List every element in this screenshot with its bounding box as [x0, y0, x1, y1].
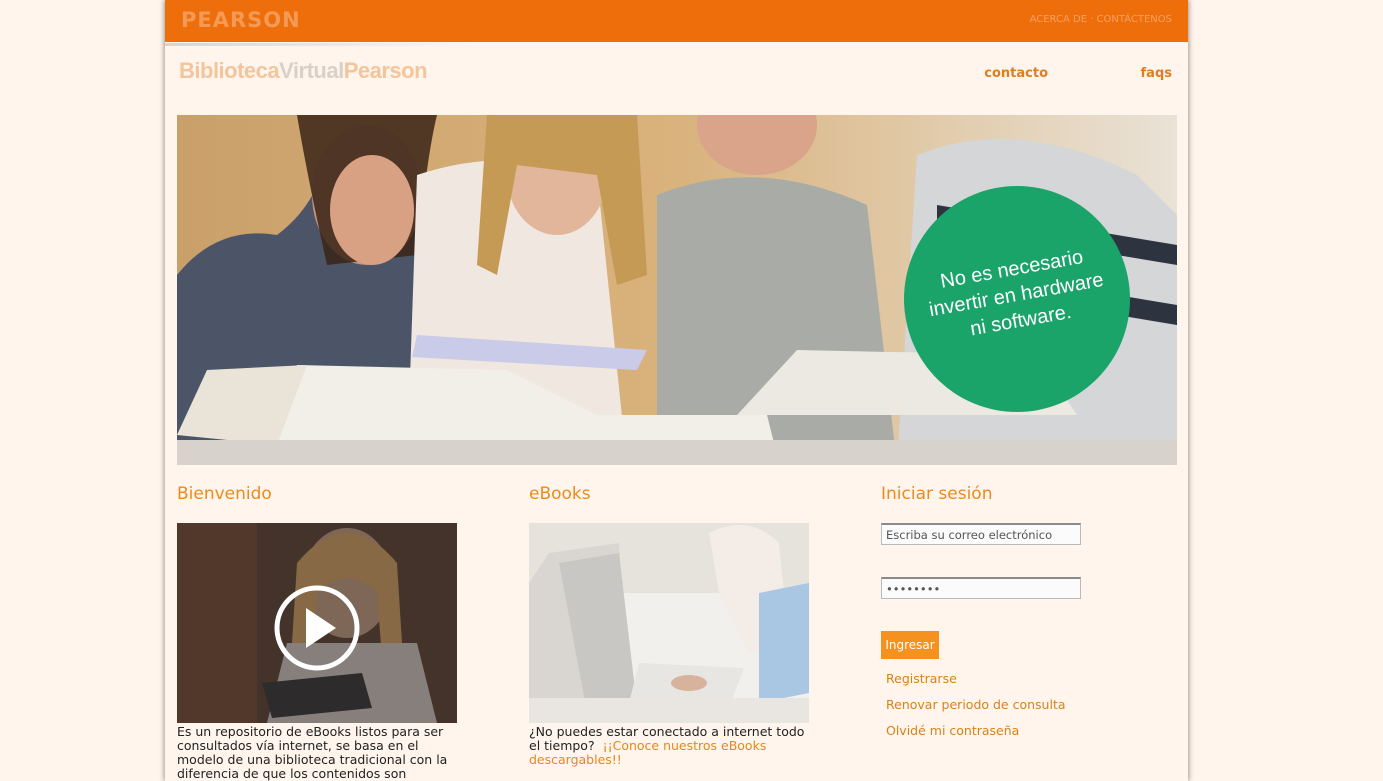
- video-thumbnail: [177, 523, 457, 723]
- welcome-description: Es un repositorio de eBooks listos para …: [177, 724, 448, 781]
- register-link[interactable]: Registrarse: [886, 671, 957, 686]
- login-title: Iniciar sesión: [881, 484, 993, 504]
- welcome-title: Bienvenido: [177, 484, 272, 504]
- brand-name[interactable]: PEARSON: [181, 8, 301, 32]
- renew-link[interactable]: Renovar periodo de consulta: [886, 697, 1066, 712]
- logo-divider: [165, 43, 470, 46]
- nav-contacto[interactable]: contacto: [984, 66, 1048, 81]
- hero-banner: No es necesario invertir en hardware ni …: [177, 115, 1177, 465]
- logo-part-2: Virtual: [279, 58, 344, 83]
- password-field[interactable]: ••••••••: [881, 577, 1081, 599]
- hero-image: No es necesario invertir en hardware ni …: [177, 115, 1177, 465]
- top-links[interactable]: ACERCA DE · CONTÁCTENOS: [1030, 14, 1172, 25]
- forgot-password-link[interactable]: Olvidé mi contraseña: [886, 723, 1019, 738]
- top-bar: PEARSON ACERCA DE · CONTÁCTENOS: [165, 0, 1188, 42]
- logo-part-3: Pearson: [343, 58, 428, 83]
- email-field[interactable]: Escriba su correo electrónico: [881, 523, 1081, 545]
- welcome-video[interactable]: [177, 523, 457, 723]
- ebooks-image: [529, 523, 809, 723]
- ebooks-title: eBooks: [529, 484, 591, 504]
- site-logo[interactable]: BibliotecaVirtualPearson: [179, 58, 428, 84]
- ebooks-description: ¿No puedes estar conectado a internet to…: [529, 725, 814, 767]
- page-container: PEARSON ACERCA DE · CONTÁCTENOS Bibliote…: [165, 0, 1188, 781]
- nav-faqs[interactable]: faqs: [1141, 66, 1172, 81]
- logo-part-1: Biblioteca: [179, 58, 280, 83]
- login-button[interactable]: Ingresar: [881, 631, 939, 659]
